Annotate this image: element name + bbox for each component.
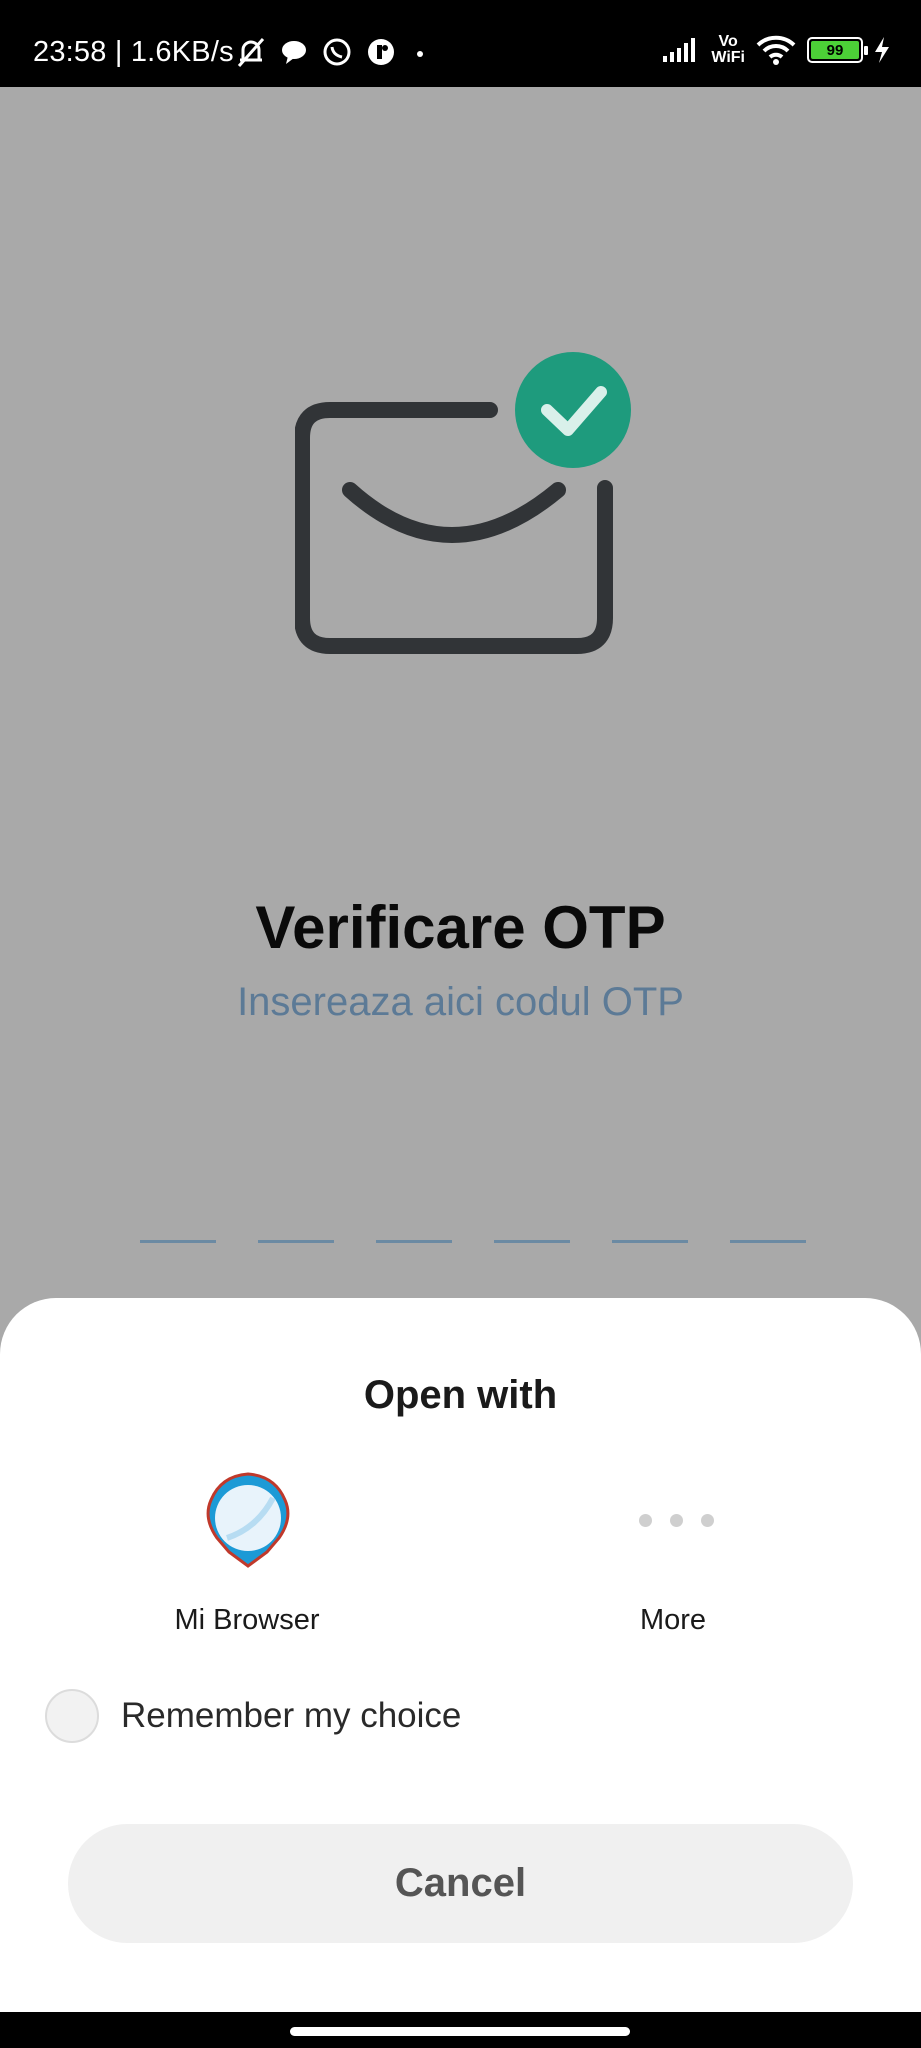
otp-input-row[interactable] bbox=[140, 1240, 806, 1244]
page-title: Verificare OTP bbox=[255, 894, 666, 961]
app-option-mi-browser[interactable]: Mi Browser bbox=[117, 1468, 377, 1638]
otp-digit-field[interactable] bbox=[258, 1240, 334, 1243]
otp-digit-field[interactable] bbox=[612, 1240, 688, 1243]
remember-choice-radio[interactable] bbox=[45, 1689, 99, 1743]
otp-digit-field[interactable] bbox=[376, 1240, 452, 1243]
signal-icon bbox=[663, 38, 696, 62]
wifi-icon bbox=[756, 35, 796, 65]
app-icon bbox=[368, 39, 394, 65]
cancel-button[interactable]: Cancel bbox=[68, 1824, 853, 1943]
otp-digit-field[interactable] bbox=[140, 1240, 216, 1243]
vowifi-indicator: Vo WiFi bbox=[711, 33, 745, 66]
mail-verified-icon bbox=[295, 352, 631, 654]
chat-bubble-icon bbox=[282, 41, 306, 64]
system-icons: Vo WiFi 99 bbox=[661, 34, 891, 66]
home-gesture-handle[interactable] bbox=[290, 2027, 630, 2036]
whatsapp-icon bbox=[323, 38, 351, 66]
remember-choice-row[interactable]: Remember my choice bbox=[45, 1688, 461, 1744]
app-label: Mi Browser bbox=[174, 1604, 320, 1636]
battery-level: 99 bbox=[811, 41, 859, 59]
dot-icon bbox=[417, 51, 423, 57]
sheet-title: Open with bbox=[363, 1373, 558, 1417]
more-dots-icon bbox=[639, 1514, 714, 1527]
navigation-bar bbox=[0, 2012, 921, 2048]
mute-bell-icon bbox=[237, 38, 265, 67]
mi-browser-icon bbox=[206, 1472, 290, 1568]
otp-digit-field[interactable] bbox=[730, 1240, 806, 1243]
otp-digit-field[interactable] bbox=[494, 1240, 570, 1243]
app-label: More bbox=[639, 1604, 707, 1636]
status-bar: 23:58 | 1.6KB/s Vo WiFi 99 bbox=[0, 0, 921, 87]
notification-icons bbox=[236, 36, 430, 68]
remember-choice-label: Remember my choice bbox=[121, 1696, 462, 1735]
app-option-more[interactable]: More bbox=[543, 1468, 803, 1638]
open-with-sheet: Open with Mi Browser More Remember my ch… bbox=[0, 1298, 921, 2012]
battery-icon: 99 bbox=[807, 37, 868, 63]
page-subtitle: Insereaza aici codul OTP bbox=[237, 980, 684, 1024]
charging-icon bbox=[875, 37, 889, 63]
status-time-speed: 23:58 | 1.6KB/s bbox=[33, 36, 234, 68]
